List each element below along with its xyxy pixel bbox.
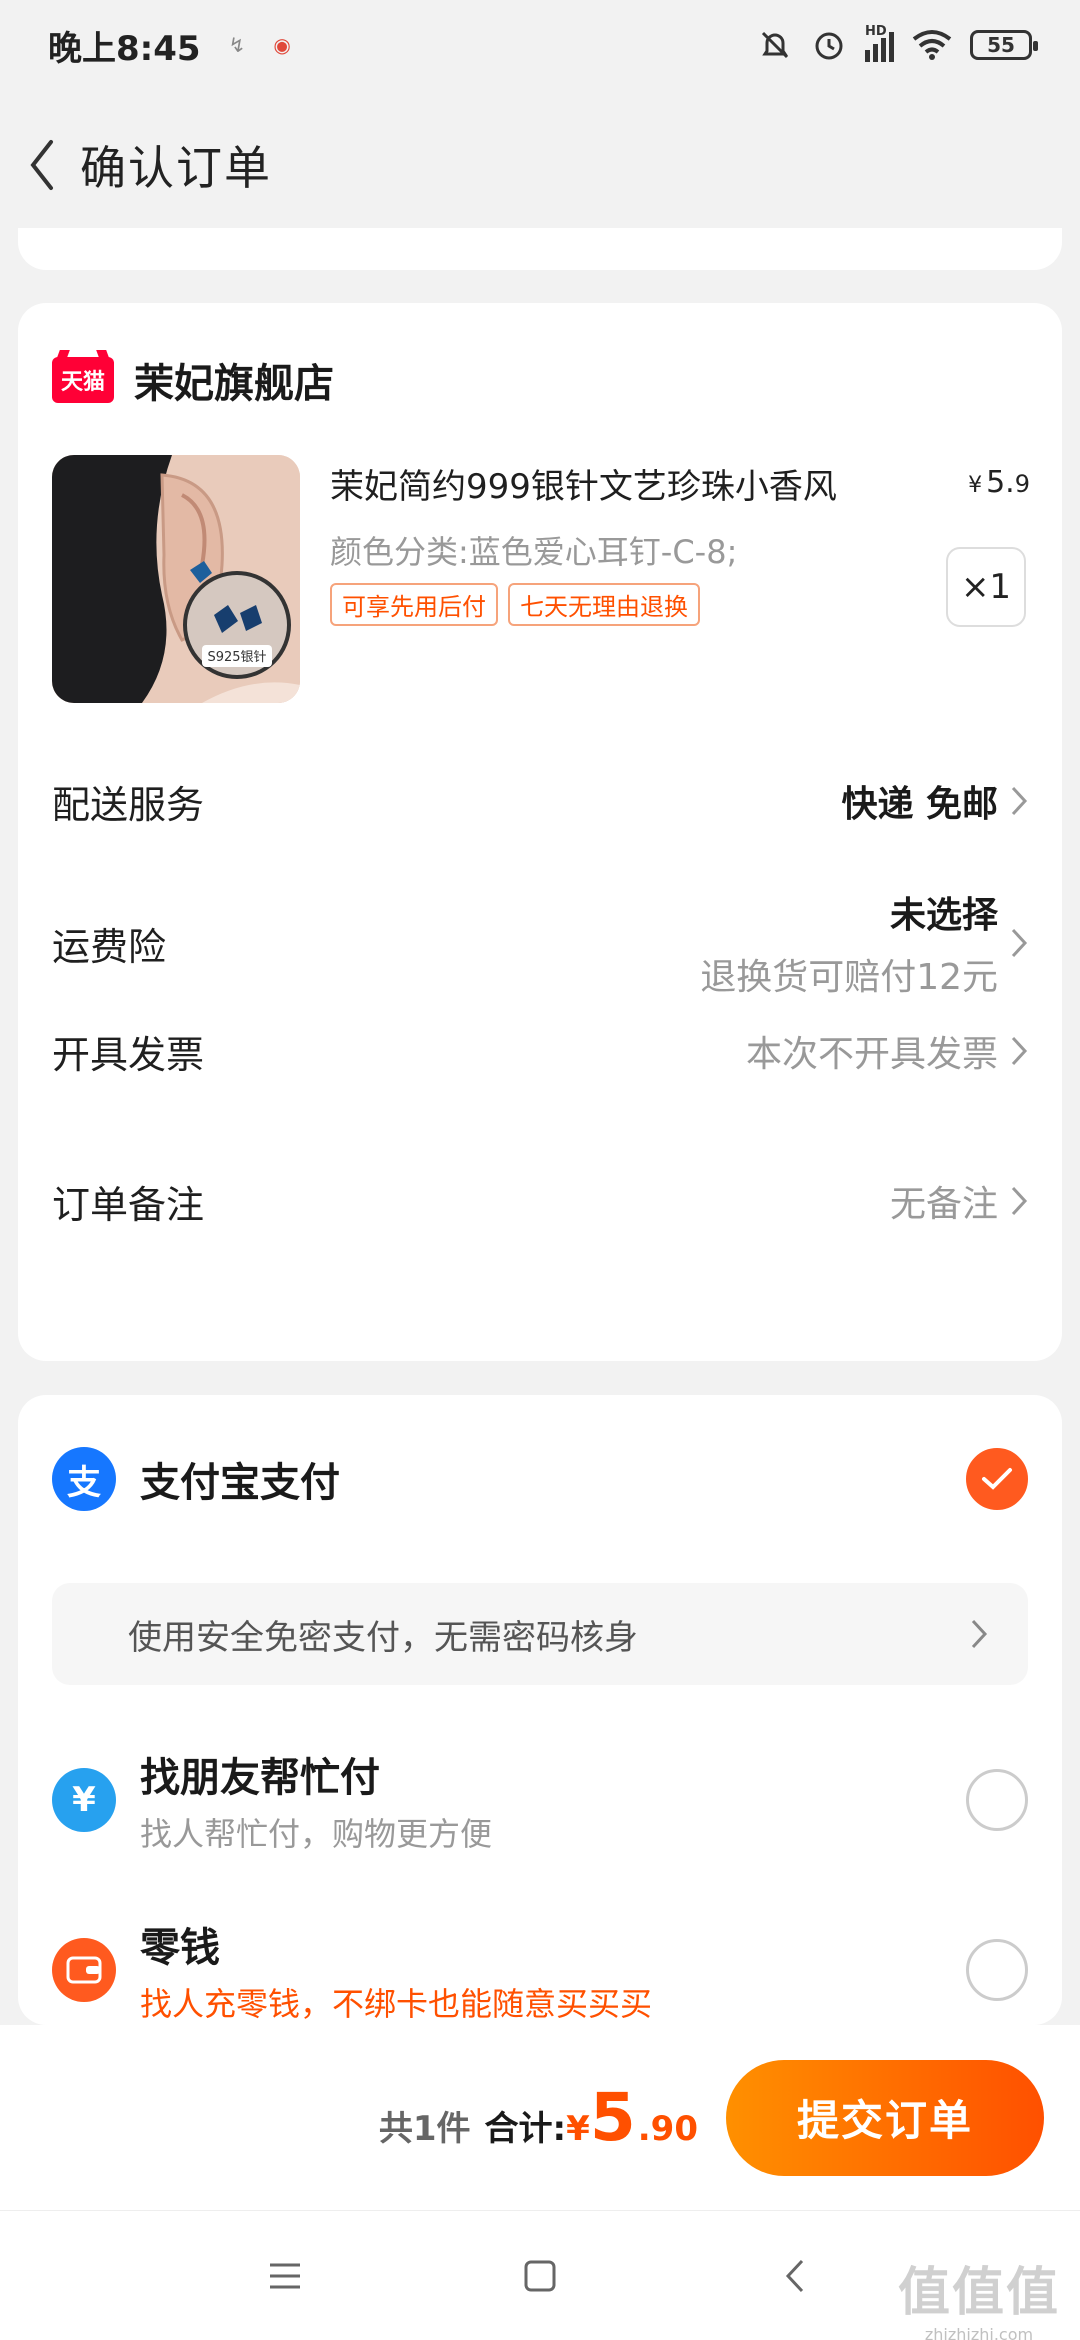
status-time: 晚上8:45	[48, 28, 201, 69]
status-icons: HD 55	[757, 24, 1038, 63]
nav-bar: 确认订单	[0, 110, 1080, 220]
delivery-row[interactable]: 配送服务 快递 免邮	[52, 761, 1028, 841]
tag-pay-later: 可享先用后付	[330, 583, 498, 626]
item-count: 共1件	[378, 2109, 471, 2149]
order-total: 共1件 合计: ¥5.90	[379, 2079, 698, 2156]
checkout-bar: 共1件 合计: ¥5.90 提交订单	[0, 2025, 1080, 2210]
data-transfer-icon: ↯	[228, 33, 246, 57]
remark-label: 订单备注	[52, 1182, 205, 1227]
alarm-icon	[815, 32, 843, 60]
battery-icon: 55	[970, 30, 1038, 60]
menu-icon	[270, 2263, 300, 2288]
chevron-right-icon	[970, 1618, 988, 1650]
remark-value: 无备注	[889, 1184, 998, 1225]
tmall-logo: 天猫	[52, 357, 114, 403]
alipay-icon: 支	[52, 1447, 116, 1511]
remark-row[interactable]: 订单备注 无备注	[52, 1161, 1028, 1241]
insurance-label: 运费险	[52, 924, 167, 969]
friend-pay-sub: 找人帮忙付，购物更方便	[140, 1815, 493, 1853]
amount-decimal: .90	[637, 2109, 698, 2149]
tag-return: 七天无理由退换	[508, 583, 700, 626]
wifi-icon	[912, 30, 952, 60]
network-label: HD	[865, 24, 887, 39]
home-button[interactable]	[510, 2246, 570, 2306]
product-image[interactable]: S925银针	[52, 455, 300, 703]
shipping-insurance-row[interactable]: 运费险 未选择 退换货可赔付12元	[52, 883, 1028, 1003]
total-amount: ¥5.90	[566, 2079, 698, 2156]
friend-pay-name: 找朋友帮忙付	[140, 1755, 380, 1801]
change-pay-sub: 找人充零钱，不绑卡也能随意买买买	[140, 1985, 653, 2023]
total-label: 合计:	[484, 2109, 567, 2149]
page-title: 确认订单	[80, 141, 272, 195]
store-header[interactable]: 天猫 茉妃旗舰店	[52, 351, 334, 409]
currency-symbol: ¥	[566, 2109, 590, 2149]
back-button[interactable]	[14, 125, 70, 205]
change-pay-name: 零钱	[140, 1925, 220, 1971]
payment-option-change[interactable]: 零钱 找人充零钱，不绑卡也能随意买买买	[52, 1915, 1028, 2025]
alipay-name: 支付宝支付	[140, 1460, 340, 1506]
watermark: 值值值 zhizhizhi.com	[898, 2250, 1060, 2340]
status-bar: 晚上8:45 ↯ ◉ HD 55	[0, 0, 1080, 90]
delivery-label: 配送服务	[52, 782, 205, 827]
invoice-value: 本次不开具发票	[745, 1034, 998, 1075]
back-triangle-icon	[785, 2259, 804, 2292]
amount-int: 5	[589, 2079, 636, 2156]
product-title[interactable]: 茉妃简约999银针文艺珍珠小香风	[330, 459, 837, 508]
delivery-value: 快递 免邮	[841, 784, 998, 825]
watermark-url: zhizhizhi.com	[924, 2325, 1034, 2340]
product-spec: 颜色分类:蓝色爱心耳钉-C-8;	[330, 533, 738, 571]
secure-pay-bar[interactable]: 使用安全免密支付，无需密码核身	[52, 1583, 1028, 1685]
tmall-badge-text: 天猫	[60, 370, 105, 395]
system-back-button[interactable]	[765, 2246, 825, 2306]
home-square-icon	[524, 2260, 556, 2291]
payment-card: 支 支付宝支付 使用安全免密支付，无需密码核身 ¥ 找朋友帮忙付 找人帮忙付，购…	[18, 1395, 1062, 2025]
cellular-signal-icon: HD	[865, 24, 894, 62]
watermark-logo: 值值值	[897, 2263, 1060, 2323]
payment-option-alipay[interactable]: 支 支付宝支付	[52, 1447, 1028, 1511]
earring-photo: S925银针	[52, 455, 300, 703]
order-card: 天猫 茉妃旗舰店 S925银针 茉妃简约999银针文艺珍珠小香风 ¥5.9 颜色…	[18, 303, 1062, 1361]
quantity-stepper[interactable]: ×1	[946, 547, 1026, 627]
submit-order-button[interactable]: 提交订单	[726, 2059, 1044, 2176]
product-tags: 可享先用后付 七天无理由退换	[330, 583, 700, 626]
check-icon	[982, 1468, 1012, 1490]
chevron-right-icon	[1010, 1035, 1028, 1067]
price-decimal: 9	[1014, 470, 1030, 498]
insurance-sub: 退换货可赔付12元	[700, 957, 998, 998]
price-int: 5.	[986, 465, 1015, 500]
mute-bell-icon	[761, 31, 789, 59]
insurance-value: 未选择	[889, 895, 998, 936]
friend-pay-radio[interactable]	[966, 1769, 1028, 1831]
price-symbol: ¥	[968, 473, 983, 498]
secure-pay-hint: 使用安全免密支付，无需密码核身	[128, 1617, 638, 1658]
chevron-right-icon	[1010, 1185, 1028, 1217]
chevron-left-icon	[30, 140, 53, 190]
chevron-right-icon	[1010, 785, 1028, 817]
product-price: ¥5.9	[968, 465, 1030, 500]
battery-level: 55	[987, 33, 1015, 57]
alipay-radio[interactable]	[966, 1448, 1028, 1510]
menu-button[interactable]	[255, 2246, 315, 2306]
chevron-right-icon	[1010, 927, 1028, 959]
change-pay-radio[interactable]	[966, 1939, 1028, 2001]
store-name: 茉妃旗舰店	[134, 361, 334, 407]
wallet-icon	[52, 1938, 116, 2002]
notification-icon: ◉	[273, 33, 291, 57]
image-label: S925银针	[207, 650, 266, 665]
payment-option-friend[interactable]: ¥ 找朋友帮忙付 找人帮忙付，购物更方便	[52, 1745, 1028, 1855]
friend-pay-icon: ¥	[52, 1768, 116, 1832]
address-card-bottom[interactable]	[18, 228, 1062, 270]
invoice-label: 开具发票	[52, 1032, 205, 1077]
invoice-row[interactable]: 开具发票 本次不开具发票	[52, 1011, 1028, 1091]
